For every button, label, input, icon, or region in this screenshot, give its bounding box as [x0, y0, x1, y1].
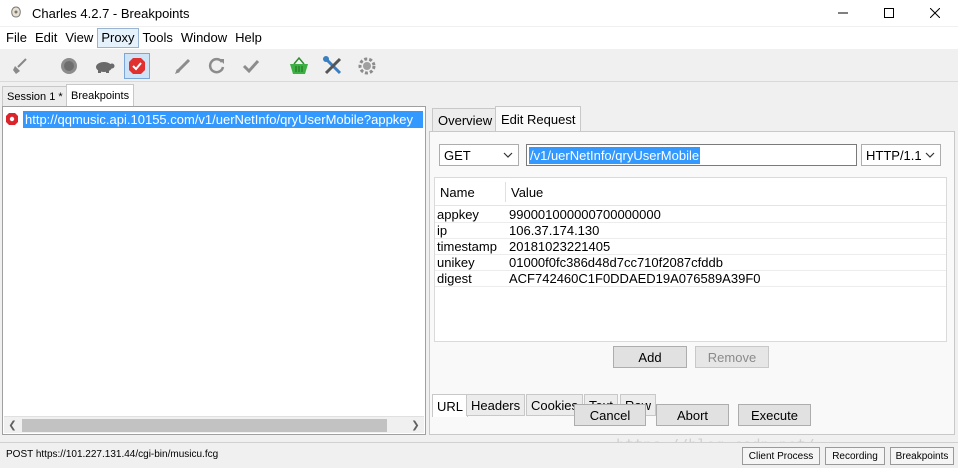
table-row[interactable]: timestamp 20181023221405	[435, 239, 946, 255]
param-name: appkey	[437, 207, 479, 222]
edit-request-panel: GET /v1/uerNetInfo/qryUserMobile HTTP/1.…	[429, 131, 955, 435]
breakpoint-status-icon	[5, 112, 19, 126]
cancel-button[interactable]: Cancel	[574, 404, 646, 426]
turtle-icon[interactable]	[91, 53, 117, 79]
breakpoints-status-button[interactable]: Breakpoints	[890, 447, 954, 465]
close-window-button[interactable]	[912, 0, 958, 26]
params-table: Name Value appkey 990001000000700000000 …	[434, 177, 947, 342]
method-value: GET	[444, 147, 471, 163]
client-process-button[interactable]: Client Process	[742, 447, 820, 465]
maximize-button[interactable]	[866, 0, 912, 26]
scroll-right-icon[interactable]: ❯	[407, 417, 424, 434]
record-icon[interactable]	[56, 53, 82, 79]
broom-icon[interactable]	[8, 53, 34, 79]
tab-breakpoints[interactable]: Breakpoints	[66, 84, 135, 106]
toolbar	[0, 50, 958, 82]
chevron-down-icon	[502, 148, 514, 162]
tab-edit-request[interactable]: Edit Request	[495, 106, 582, 131]
horizontal-scrollbar[interactable]: ❮ ❯	[4, 416, 424, 433]
basket-icon[interactable]	[286, 53, 312, 79]
param-name: timestamp	[437, 239, 497, 254]
request-url: http://qqmusic.api.10155.com/v1/uerNetIn…	[23, 110, 423, 128]
table-row[interactable]: appkey 990001000000700000000	[435, 207, 946, 223]
menu-help[interactable]: Help	[231, 28, 266, 48]
param-value: 20181023221405	[509, 239, 611, 254]
window-title: Charles 4.2.7 - Breakpoints	[32, 5, 190, 21]
menu-tools[interactable]: Tools	[139, 28, 177, 48]
column-divider[interactable]	[505, 182, 506, 202]
menu-view[interactable]: View	[61, 28, 97, 48]
tab-overview[interactable]: Overview	[432, 108, 499, 131]
pen-icon[interactable]	[170, 53, 196, 79]
method-select[interactable]: GET	[439, 144, 519, 166]
execute-button[interactable]: Execute	[738, 404, 811, 426]
param-name: digest	[437, 271, 472, 286]
param-value: 01000f0fc386d48d7cc710f2087cfddb	[509, 255, 723, 270]
tab-session-1[interactable]: Session 1 *	[2, 86, 68, 106]
path-value: /v1/uerNetInfo/qryUserMobile	[529, 146, 701, 164]
chevron-down-icon	[924, 148, 936, 162]
table-row[interactable]: digest ACF742460C1F0DDAED19A076589A39F0	[435, 271, 946, 287]
tools-icon[interactable]	[320, 53, 346, 79]
title-bar: Charles 4.2.7 - Breakpoints	[0, 0, 958, 26]
remove-button[interactable]: Remove	[695, 346, 769, 368]
list-item[interactable]: http://qqmusic.api.10155.com/v1/uerNetIn…	[5, 110, 423, 128]
params-header: Name Value	[435, 178, 946, 206]
param-name: unikey	[437, 255, 475, 270]
tab-url[interactable]: URL	[432, 394, 469, 417]
add-button[interactable]: Add	[613, 346, 687, 368]
status-text: POST https://101.227.131.44/cgi-bin/musi…	[6, 449, 219, 460]
menu-edit[interactable]: Edit	[31, 28, 61, 48]
table-row[interactable]: ip 106.37.174.130	[435, 223, 946, 239]
table-row[interactable]: unikey 01000f0fc386d48d7cc710f2087cfddb	[435, 255, 946, 271]
param-value: ACF742460C1F0DDAED19A076589A39F0	[509, 271, 761, 286]
param-name: ip	[437, 223, 448, 238]
charles-app-icon	[8, 5, 24, 21]
protocol-select[interactable]: HTTP/1.1	[861, 144, 941, 166]
session-tab-bar: Session 1 * Breakpoints	[0, 84, 958, 106]
recording-button[interactable]: Recording	[825, 447, 885, 465]
minimize-button[interactable]	[820, 0, 866, 26]
abort-button[interactable]: Abort	[656, 404, 729, 426]
breakpoint-icon[interactable]	[124, 53, 150, 79]
settings-icon[interactable]	[354, 53, 380, 79]
refresh-icon[interactable]	[204, 53, 230, 79]
menu-file[interactable]: File	[2, 28, 31, 48]
column-header-value[interactable]: Value	[511, 185, 543, 200]
menu-bar: File Edit View Proxy Tools Window Help	[0, 27, 958, 49]
menu-proxy[interactable]: Proxy	[97, 28, 139, 48]
protocol-value: HTTP/1.1	[866, 147, 922, 163]
scroll-left-icon[interactable]: ❮	[4, 417, 21, 434]
path-input[interactable]: /v1/uerNetInfo/qryUserMobile	[526, 144, 857, 166]
param-value: 990001000000700000000	[509, 207, 661, 222]
menu-window[interactable]: Window	[177, 28, 231, 48]
check-icon[interactable]	[238, 53, 264, 79]
tab-headers[interactable]: Headers	[466, 394, 526, 416]
status-bar: POST https://101.227.131.44/cgi-bin/musi…	[0, 442, 958, 468]
column-header-name[interactable]: Name	[440, 185, 475, 200]
scroll-thumb[interactable]	[22, 419, 387, 432]
detail-pane: Overview Edit Request GET /v1/uerNetInfo…	[429, 106, 955, 435]
param-value: 106.37.174.130	[509, 223, 600, 238]
request-list: http://qqmusic.api.10155.com/v1/uerNetIn…	[2, 106, 426, 435]
